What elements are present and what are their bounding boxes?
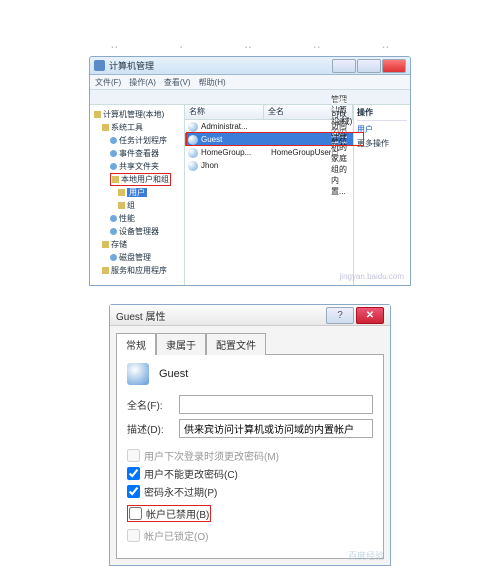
tool-icon: [110, 137, 117, 144]
tab-profile[interactable]: 配置文件: [206, 333, 266, 355]
actions-pane[interactable]: 操作 用户 更多操作: [354, 105, 410, 285]
tab-general[interactable]: 常规: [116, 333, 156, 355]
folder-icon: [118, 189, 125, 196]
titlebar[interactable]: 计算机管理: [90, 57, 410, 75]
tab-content: Guest 全名(F): 描述(D): 用户下次登录时须更改密码(M) 用户不能…: [116, 354, 384, 559]
tree-pane[interactable]: 计算机管理(本地) 系统工具 任务计划程序 事件查看器 共享文件夹 本地用户和组…: [90, 105, 185, 285]
col-fullname[interactable]: 全名: [264, 105, 333, 119]
minimize-button[interactable]: [332, 59, 356, 73]
tool-icon: [110, 254, 117, 261]
actions-item[interactable]: 用户: [357, 124, 407, 135]
watermark: jingyan.baidu.com: [340, 272, 404, 281]
tabs: 常规 隶属于 配置文件: [110, 326, 390, 354]
help-button[interactable]: ?: [326, 307, 354, 324]
checkbox[interactable]: [129, 507, 142, 520]
guest-properties-dialog: Guest 属性 ? ✕ 常规 隶属于 配置文件 Guest 全名(F): 描述…: [109, 304, 391, 566]
checkbox: [127, 449, 140, 462]
folder-icon: [112, 176, 119, 183]
folder-icon: [94, 111, 101, 118]
dialog-title: Guest 属性: [116, 308, 165, 323]
actions-more[interactable]: 更多操作: [357, 138, 407, 149]
tree-users-groups[interactable]: 本地用户和组: [110, 173, 171, 186]
tool-icon: [110, 228, 117, 235]
column-headers[interactable]: 名称 全名 描述: [185, 105, 353, 120]
chk-noexpire[interactable]: 密码永不过期(P): [127, 484, 373, 499]
window-title: 计算机管理: [109, 59, 154, 72]
menu-action[interactable]: 操作(A): [129, 77, 156, 88]
dialog-titlebar[interactable]: Guest 属性 ? ✕: [110, 305, 390, 326]
tool-icon: [110, 150, 117, 157]
close-button[interactable]: ✕: [356, 307, 384, 324]
chk-locked: 帐户已锁定(O): [127, 528, 373, 543]
folder-icon: [102, 267, 109, 274]
description-label: 描述(D):: [127, 421, 179, 436]
app-icon: [94, 60, 105, 71]
tool-icon: [110, 163, 117, 170]
maximize-button[interactable]: [357, 59, 381, 73]
folder-icon: [102, 124, 109, 131]
tab-memberof[interactable]: 隶属于: [156, 333, 206, 355]
user-row[interactable]: Jhon: [185, 159, 353, 172]
user-row-guest[interactable]: Guest供来宾访问计算机或访问域的内...: [185, 133, 353, 146]
user-icon: [188, 161, 198, 171]
description-input[interactable]: [179, 419, 373, 438]
checkbox[interactable]: [127, 485, 140, 498]
watermark: 百度经验: [348, 549, 384, 562]
menu-file[interactable]: 文件(F): [95, 77, 121, 88]
user-large-icon: [127, 363, 149, 385]
fullname-input[interactable]: [179, 395, 373, 414]
user-row[interactable]: HomeGroup...HomeGroupUser$可以访问计算机的家庭组的内置…: [185, 146, 353, 159]
chk-disabled[interactable]: 帐户已禁用(B): [127, 505, 211, 522]
user-row[interactable]: Administrat...管理计算机(域)的内置帐户: [185, 120, 353, 133]
computer-management-window: 计算机管理 文件(F) 操作(A) 查看(V) 帮助(H) 计算机管理(本地) …: [89, 56, 411, 286]
menubar[interactable]: 文件(F) 操作(A) 查看(V) 帮助(H): [90, 75, 410, 90]
checkbox[interactable]: [127, 467, 140, 480]
col-name[interactable]: 名称: [185, 105, 264, 119]
menu-view[interactable]: 查看(V): [164, 77, 191, 88]
user-icon: [188, 135, 198, 145]
chk-cantchange[interactable]: 用户不能更改密码(C): [127, 466, 373, 481]
checkbox: [127, 529, 140, 542]
fullname-label: 全名(F):: [127, 397, 179, 412]
site-badge: 8844.com: [358, 282, 408, 286]
username-label: Guest: [159, 368, 188, 380]
user-icon: [188, 148, 198, 158]
toolbar[interactable]: [90, 90, 410, 105]
menu-help[interactable]: 帮助(H): [199, 77, 226, 88]
chk-mustchange: 用户下次登录时须更改密码(M): [127, 448, 373, 463]
tool-icon: [110, 215, 117, 222]
list-pane[interactable]: 名称 全名 描述 Administrat...管理计算机(域)的内置帐户 Gue…: [185, 105, 354, 285]
folder-icon: [118, 202, 125, 209]
folder-icon: [102, 241, 109, 248]
actions-title: 操作: [357, 107, 407, 121]
close-button[interactable]: [382, 59, 406, 73]
user-icon: [188, 122, 198, 132]
